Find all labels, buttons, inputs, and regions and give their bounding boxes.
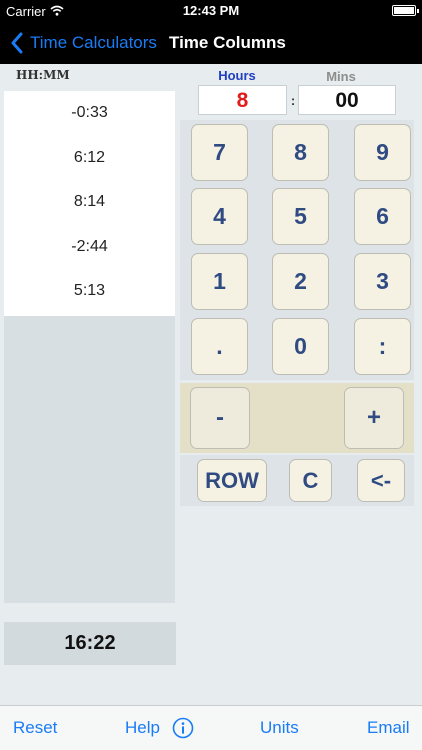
- hours-label: Hours: [218, 68, 256, 83]
- list-item[interactable]: 8:14: [4, 180, 175, 225]
- key-0[interactable]: 0: [272, 318, 329, 375]
- back-button[interactable]: Time Calculators: [10, 22, 157, 64]
- clear-button[interactable]: C: [289, 459, 332, 502]
- status-bar: Carrier 12:43 PM: [0, 0, 422, 22]
- units-button[interactable]: Units: [260, 706, 299, 750]
- bottom-toolbar: Reset Help Units Email: [0, 705, 422, 750]
- top-bar: Carrier 12:43 PM Time Calculators Time C…: [0, 0, 422, 64]
- help-button[interactable]: Help: [125, 706, 160, 750]
- entry-list-empty-area: [4, 316, 175, 603]
- plus-button[interactable]: +: [344, 387, 404, 449]
- key-2[interactable]: 2: [272, 253, 329, 310]
- list-item[interactable]: -2:44: [4, 225, 175, 270]
- battery-icon: [392, 5, 419, 16]
- key-7[interactable]: 7: [191, 124, 248, 181]
- key-6[interactable]: 6: [354, 188, 411, 245]
- row-button[interactable]: ROW: [197, 459, 267, 502]
- status-time: 12:43 PM: [182, 3, 240, 18]
- entry-list[interactable]: -0:33 6:12 8:14 -2:44 5:13: [4, 91, 175, 316]
- email-button[interactable]: Email: [367, 706, 410, 750]
- navigation-bar: Time Calculators Time Columns: [0, 22, 422, 64]
- backspace-button[interactable]: <-: [357, 459, 405, 502]
- key-decimal[interactable]: .: [191, 318, 248, 375]
- back-button-label: Time Calculators: [30, 33, 157, 52]
- key-9[interactable]: 9: [354, 124, 411, 181]
- key-8[interactable]: 8: [272, 124, 329, 181]
- mins-field[interactable]: 00: [298, 85, 396, 115]
- column-header: HH:MM: [16, 68, 70, 82]
- reset-button[interactable]: Reset: [13, 706, 57, 750]
- key-1[interactable]: 1: [191, 253, 248, 310]
- page-title: Time Columns: [169, 33, 286, 52]
- key-4[interactable]: 4: [191, 188, 248, 245]
- list-item[interactable]: -0:33: [4, 91, 175, 136]
- total-display: 16:22: [4, 622, 176, 665]
- key-5[interactable]: 5: [272, 188, 329, 245]
- key-3[interactable]: 3: [354, 253, 411, 310]
- time-separator: :: [290, 93, 296, 108]
- minus-button[interactable]: -: [190, 387, 250, 449]
- mins-label: Mins: [326, 69, 356, 84]
- list-item[interactable]: 6:12: [4, 136, 175, 181]
- info-icon[interactable]: [172, 717, 194, 739]
- hours-field[interactable]: 8: [198, 85, 287, 115]
- key-colon[interactable]: :: [354, 318, 411, 375]
- list-item[interactable]: 5:13: [4, 269, 175, 314]
- chevron-left-icon: [11, 32, 23, 54]
